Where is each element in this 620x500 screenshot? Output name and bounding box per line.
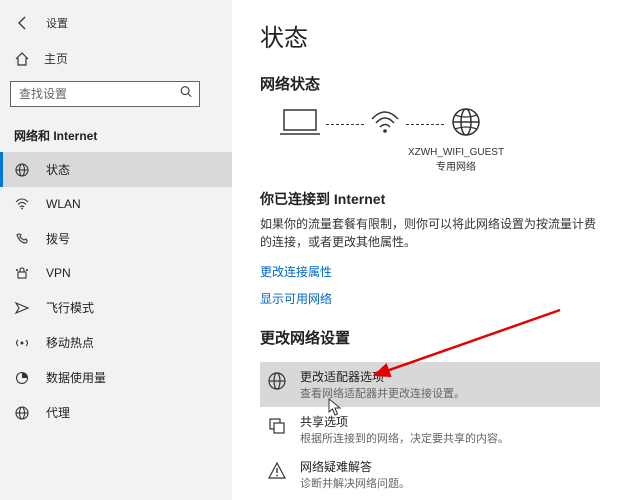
change-conn-props-link[interactable]: 更改连接属性: [260, 263, 600, 280]
nav-label: WLAN: [46, 197, 218, 211]
airplane-icon: [14, 300, 30, 316]
search-box[interactable]: [10, 81, 200, 107]
wifi-icon: [14, 196, 30, 212]
option-title: 网络疑难解答: [300, 458, 410, 475]
network-status-heading: 网络状态: [260, 73, 600, 94]
nav-label: 代理: [46, 404, 218, 421]
show-networks-link[interactable]: 显示可用网络: [260, 290, 600, 307]
proxy-icon: [14, 405, 30, 421]
nav-hotspot[interactable]: 移动热点: [0, 325, 232, 360]
connected-heading: 你已连接到 Internet: [260, 189, 600, 209]
network-diagram: [280, 106, 600, 143]
search-icon: [179, 85, 193, 104]
sidebar: 设置 主页 网络和 Internet 状态: [0, 0, 232, 500]
data-usage-icon: [14, 370, 30, 386]
wifi-signal-icon: [370, 107, 400, 142]
nav-status[interactable]: 状态: [0, 152, 232, 187]
nav-proxy[interactable]: 代理: [0, 395, 232, 430]
dialup-icon: [14, 231, 30, 247]
computer-icon: [280, 106, 320, 143]
sidebar-section-title: 网络和 Internet: [0, 117, 232, 152]
globe-large-icon: [450, 106, 482, 143]
adapter-options[interactable]: 更改适配器选项 查看网络适配器并更改连接设置。: [260, 362, 600, 407]
nav-label: 移动热点: [46, 334, 218, 351]
option-desc: 根据所连接到的网络，决定要共享的内容。: [300, 430, 509, 446]
page-title: 状态: [260, 18, 600, 53]
nav-wlan[interactable]: WLAN: [0, 187, 232, 221]
app-title: 设置: [46, 15, 68, 31]
sharing-options[interactable]: 共享选项 根据所连接到的网络，决定要共享的内容。: [260, 407, 600, 452]
option-title: 共享选项: [300, 413, 509, 430]
globe-icon: [14, 162, 30, 178]
connected-body: 如果你的流量套餐有限制，则你可以将此网络设置为按流量计费的连接，或者更改其他属性…: [260, 215, 600, 251]
vpn-icon: [14, 265, 30, 281]
nav-label: VPN: [46, 266, 218, 280]
home-label: 主页: [44, 50, 68, 67]
connection-name: XZWH_WIFI_GUEST: [312, 147, 600, 158]
home-nav[interactable]: 主页: [0, 42, 232, 75]
nav-dialup[interactable]: 拨号: [0, 221, 232, 256]
nav-label: 状态: [46, 161, 218, 178]
troubleshoot-option[interactable]: 网络疑难解答 诊断并解决网络问题。: [260, 452, 600, 497]
adapter-icon: [266, 370, 288, 392]
home-icon: [14, 51, 30, 67]
main-content: 状态 网络状态 XZWH_WIFI_GUEST 专用网络 你已连接到 Inter…: [232, 0, 620, 500]
connection-type: 专用网络: [312, 158, 600, 173]
nav-data-usage[interactable]: 数据使用量: [0, 360, 232, 395]
option-desc: 诊断并解决网络问题。: [300, 475, 410, 491]
nav-label: 拨号: [46, 230, 218, 247]
nav-vpn[interactable]: VPN: [0, 256, 232, 290]
back-icon[interactable]: [14, 14, 32, 32]
nav-airplane[interactable]: 飞行模式: [0, 290, 232, 325]
nav-label: 数据使用量: [46, 369, 218, 386]
option-desc: 查看网络适配器并更改连接设置。: [300, 385, 465, 401]
option-title: 更改适配器选项: [300, 368, 465, 385]
troubleshoot-icon: [266, 460, 288, 482]
change-settings-heading: 更改网络设置: [260, 327, 600, 348]
hotspot-icon: [14, 335, 30, 351]
sharing-icon: [266, 415, 288, 437]
nav-label: 飞行模式: [46, 299, 218, 316]
search-input[interactable]: [11, 82, 199, 106]
